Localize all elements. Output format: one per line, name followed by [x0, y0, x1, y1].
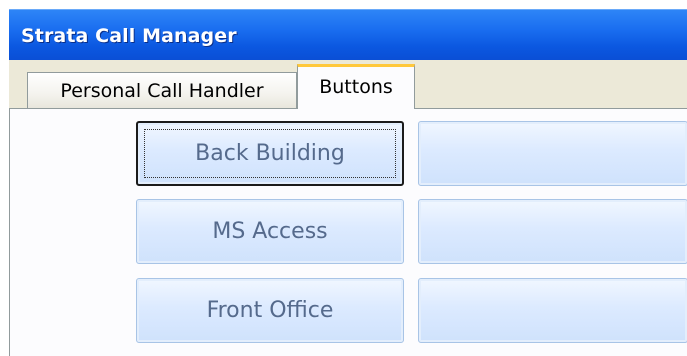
empty-speed-button-3[interactable] [418, 278, 687, 343]
buttons-panel: Back Building MS Access Front Office [9, 109, 687, 356]
back-building-button[interactable]: Back Building [136, 121, 404, 186]
button-label: Back Building [195, 141, 345, 166]
tab-buttons[interactable]: Buttons [297, 64, 415, 109]
window-title: Strata Call Manager [21, 25, 237, 47]
front-office-button[interactable]: Front Office [136, 278, 404, 343]
app-window: Strata Call Manager Personal Call Handle… [9, 9, 687, 356]
button-label: MS Access [212, 219, 328, 244]
empty-speed-button-2[interactable] [418, 199, 687, 264]
ms-access-button[interactable]: MS Access [136, 199, 404, 264]
empty-speed-button-1[interactable] [418, 121, 687, 186]
title-bar[interactable]: Strata Call Manager [9, 9, 687, 60]
tab-strip: Personal Call Handler Buttons [9, 60, 687, 109]
button-label: Front Office [206, 298, 334, 323]
tab-personal-call-handler[interactable]: Personal Call Handler [27, 72, 297, 108]
